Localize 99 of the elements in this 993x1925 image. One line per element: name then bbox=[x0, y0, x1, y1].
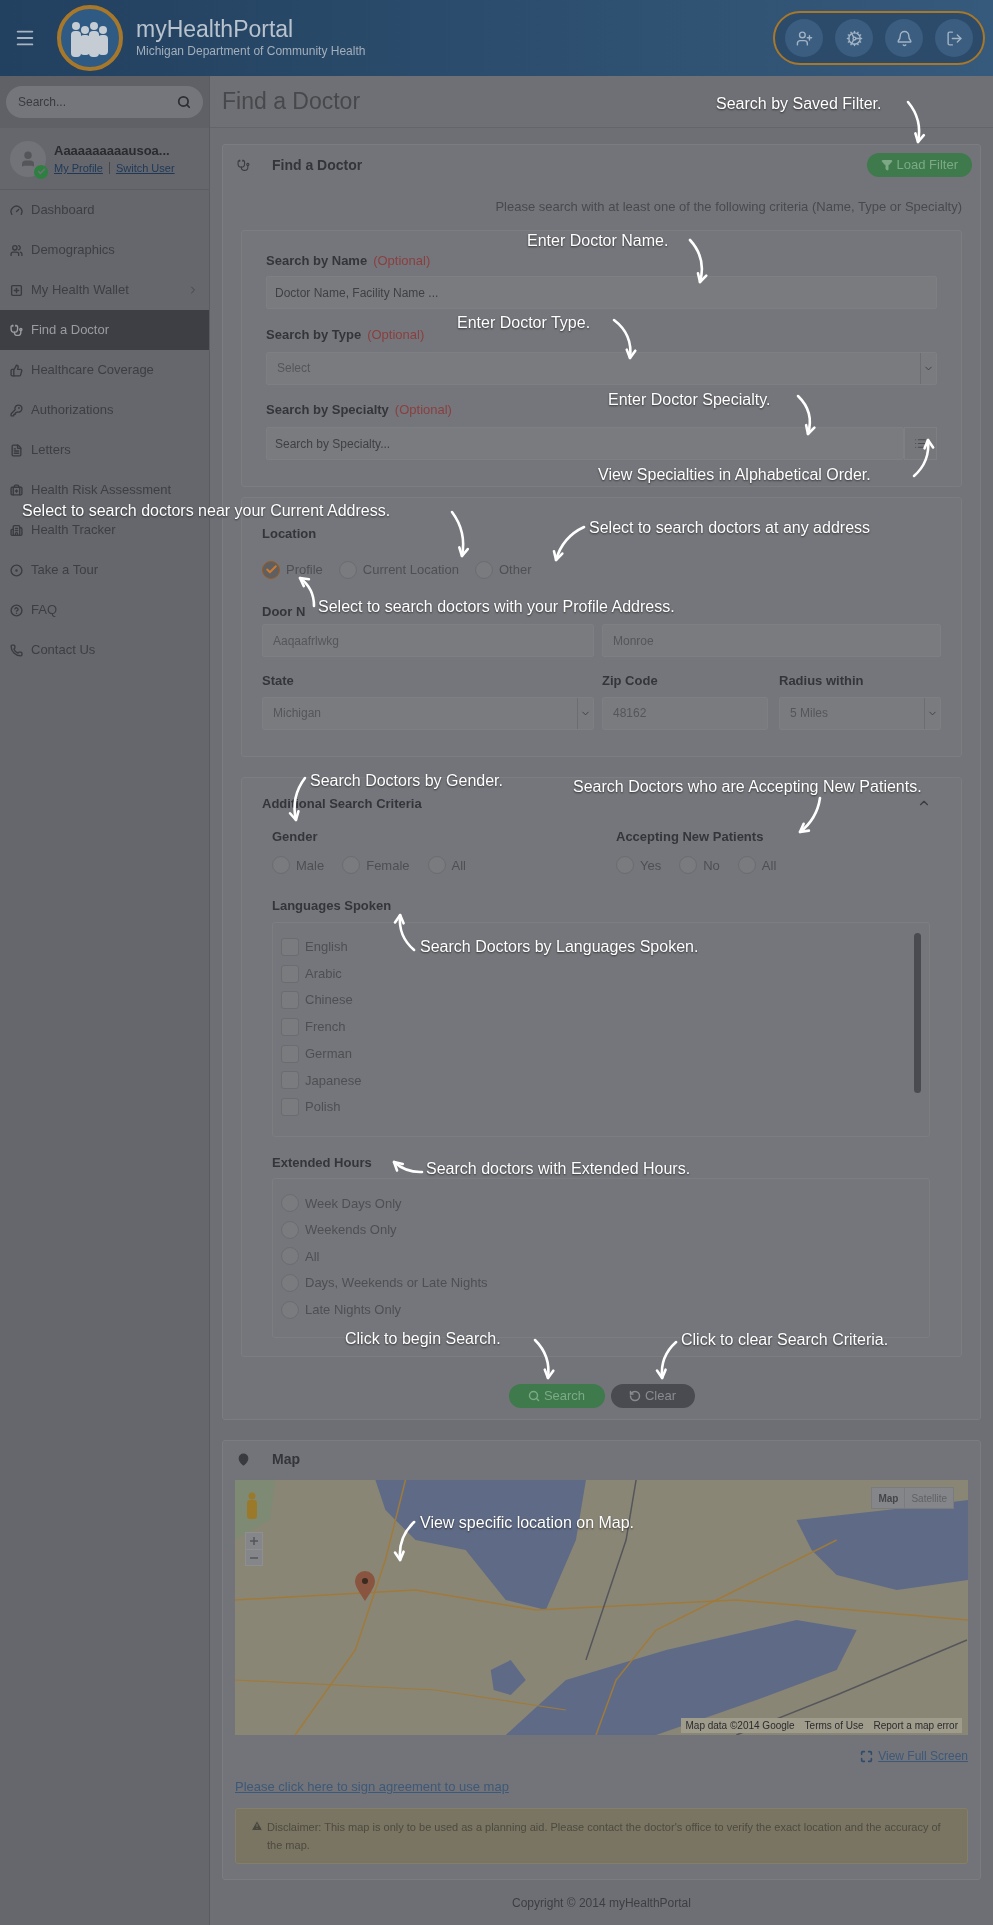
panel-title: Find a Doctor bbox=[272, 155, 363, 175]
field-label: Search by Specialty bbox=[266, 400, 389, 419]
search-icon[interactable] bbox=[177, 95, 191, 109]
plus-square-icon bbox=[10, 283, 23, 297]
pointer-arrow bbox=[612, 318, 637, 360]
pointer-arrow bbox=[912, 438, 935, 478]
pointer-arrow bbox=[552, 525, 586, 562]
profile-link[interactable]: My Profile bbox=[54, 160, 103, 177]
optional-tag: (Optional) bbox=[373, 250, 431, 270]
help-icon bbox=[10, 603, 23, 617]
field-label: Languages Spoken bbox=[272, 897, 392, 915]
map-pin-icon bbox=[237, 1452, 250, 1466]
pointer-arrow bbox=[393, 913, 416, 952]
field-label: Gender bbox=[272, 828, 318, 846]
map-attribution[interactable]: Report a map error bbox=[873, 1718, 958, 1733]
tour-note: Enter Doctor Name. bbox=[527, 231, 669, 250]
tour-note: Search Doctors by Languages Spoken. bbox=[420, 937, 699, 956]
bell-button[interactable] bbox=[885, 19, 923, 57]
stethoscope-icon bbox=[237, 158, 250, 172]
thumbs-up-icon bbox=[10, 363, 23, 377]
target-icon bbox=[10, 563, 23, 577]
radio-button[interactable] bbox=[262, 560, 280, 579]
optional-tag: (Optional) bbox=[367, 325, 425, 345]
fullscreen-icon bbox=[860, 1749, 874, 1763]
person-icon bbox=[19, 149, 37, 168]
load-filter-button[interactable]: Load Filter bbox=[866, 153, 972, 177]
scrollbar[interactable] bbox=[914, 932, 921, 1093]
tour-note: View Specialties in Alphabetical Order. bbox=[598, 465, 871, 484]
tour-note: Search doctors with Extended Hours. bbox=[426, 1159, 691, 1178]
map-attribution[interactable]: Terms of Use bbox=[804, 1718, 864, 1733]
plus-icon bbox=[250, 1537, 258, 1545]
warning-icon bbox=[251, 1819, 263, 1832]
clear-button[interactable]: Clear bbox=[610, 1383, 695, 1408]
pegman-icon[interactable] bbox=[245, 1492, 259, 1520]
field-label: Zip Code bbox=[602, 672, 658, 690]
pointer-arrow bbox=[688, 238, 708, 284]
tour-note: Select to search doctors at any address bbox=[589, 518, 871, 537]
tour-note: Search by Saved Filter. bbox=[716, 94, 882, 113]
tour-note: Search Doctors by Gender. bbox=[310, 771, 503, 790]
map-type-tab[interactable]: Map bbox=[872, 1488, 905, 1508]
add-user-icon bbox=[795, 29, 813, 47]
bell-icon bbox=[895, 29, 913, 47]
pointer-arrow bbox=[298, 576, 316, 608]
stethoscope-icon bbox=[10, 323, 23, 337]
pointer-arrow bbox=[798, 796, 822, 834]
logo-icon bbox=[56, 4, 124, 72]
nav-item[interactable]: Find a Doctor bbox=[10, 321, 199, 339]
settings-icon bbox=[845, 29, 863, 47]
pointer-arrow bbox=[533, 1338, 555, 1380]
specialty-field[interactable]: Search by Specialty... bbox=[266, 427, 904, 460]
field-label: Search by Type bbox=[266, 326, 362, 344]
settings-button[interactable] bbox=[835, 19, 873, 57]
field-label: State bbox=[262, 672, 294, 690]
app-title: myHealthPortal bbox=[136, 16, 295, 42]
search-icon bbox=[527, 1389, 540, 1402]
pointer-arrow bbox=[392, 1160, 424, 1174]
field-label: Search by Name bbox=[266, 251, 368, 270]
medical-case-icon bbox=[10, 483, 23, 497]
specialty-list-button[interactable] bbox=[904, 427, 937, 460]
map-attribution: Map data ©2014 Google bbox=[685, 1719, 795, 1733]
search-field[interactable]: Search... bbox=[6, 86, 203, 118]
logout-button[interactable] bbox=[935, 19, 973, 57]
tour-note: Click to begin Search. bbox=[345, 1329, 501, 1348]
list-icon bbox=[914, 437, 927, 450]
location-marker-icon bbox=[354, 1570, 376, 1602]
building-icon bbox=[10, 523, 23, 537]
app-subtitle: Michigan Department of Community Health bbox=[136, 43, 366, 60]
filter-icon bbox=[880, 159, 893, 171]
name-field[interactable]: Doctor Name, Facility Name ... bbox=[266, 276, 937, 309]
tour-note: Enter Doctor Type. bbox=[457, 313, 591, 332]
optional-tag: (Optional) bbox=[394, 399, 452, 419]
pointer-arrow bbox=[450, 510, 470, 558]
tour-note: View specific location on Map. bbox=[420, 1513, 635, 1532]
field-label: Accepting New Patients bbox=[616, 828, 764, 846]
switch-user-link[interactable]: Switch User bbox=[115, 160, 175, 177]
add-user-button[interactable] bbox=[785, 19, 823, 57]
panel-title: Map bbox=[272, 1449, 300, 1469]
pointer-arrow bbox=[906, 100, 926, 144]
tour-note: Click to clear Search Criteria. bbox=[681, 1330, 889, 1349]
phone-icon bbox=[10, 643, 23, 657]
search-button[interactable]: Search bbox=[508, 1383, 605, 1408]
pointer-arrow bbox=[393, 1520, 416, 1562]
document-icon bbox=[10, 443, 23, 457]
field-label: Radius within bbox=[779, 672, 864, 690]
people-icon bbox=[10, 243, 23, 257]
tour-note: Select to search doctors with your Profile Address. bbox=[318, 597, 675, 616]
pointer-arrow bbox=[796, 394, 816, 436]
field-label: Door N bbox=[262, 602, 307, 621]
dashboard-icon bbox=[10, 203, 23, 217]
logout-icon bbox=[945, 29, 963, 47]
key-icon bbox=[10, 403, 23, 417]
tour-note: Select to search doctors near your Current Address. bbox=[22, 501, 391, 520]
pointer-arrow bbox=[655, 1340, 678, 1380]
tour-note: Search Doctors who are Accepting New Patients. bbox=[573, 777, 922, 796]
field-label: Extended Hours bbox=[272, 1153, 372, 1172]
user-name: Aaaaaaaaaausoa... bbox=[54, 141, 171, 160]
reset-icon bbox=[628, 1389, 641, 1402]
field-label: Location bbox=[262, 524, 317, 543]
tour-note: Enter Doctor Specialty. bbox=[608, 390, 771, 409]
